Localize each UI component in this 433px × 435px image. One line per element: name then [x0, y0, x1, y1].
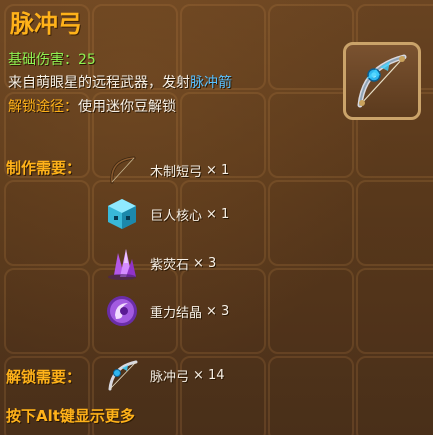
purple-crystal-icon [108, 249, 136, 280]
unlock-item-name: 脉冲弓 [150, 369, 190, 385]
material-name: 紫荧石 [150, 257, 190, 273]
material-count: × 3 [193, 255, 217, 271]
description-text: 来自萌眼星的远程武器，发射 [8, 75, 190, 91]
unlock-requirement-label: 解锁需要： [6, 368, 82, 386]
crafting-label: 制作需要： [6, 159, 82, 177]
pulse-bow-icon [108, 360, 138, 391]
unlock-path-value: 使用迷你豆解锁 [78, 99, 176, 115]
base-damage-stat: 基础伤害：25 [8, 52, 96, 68]
material-name: 木制短弓 [150, 164, 203, 180]
material-row-gravity-crystal: 重力结晶 × 3 [104, 291, 229, 331]
wooden-bow-icon [110, 156, 136, 184]
item-icon-frame [343, 42, 421, 120]
material-row-wooden-bow: 木制短弓 × 1 [104, 150, 229, 190]
description-highlight: 脉冲箭 [190, 75, 232, 91]
pulse-bow-icon [357, 54, 407, 108]
material-name: 重力结晶 [150, 305, 203, 321]
material-name: 巨人核心 [150, 208, 203, 224]
item-tooltip: 脉冲弓 基础伤害：25 来自萌眼星的远程武器，发射脉冲箭 解锁途径：使用迷你豆解… [0, 0, 433, 435]
unlock-requirement-row: 脉冲弓 × 14 [104, 355, 225, 395]
giant-core-icon [108, 199, 136, 229]
item-description: 来自萌眼星的远程武器，发射脉冲箭 [8, 72, 232, 92]
material-count: × 1 [206, 206, 230, 222]
unlock-item-count: × 14 [193, 367, 225, 383]
gravity-crystal-icon [107, 296, 137, 326]
material-count: × 3 [206, 303, 230, 319]
material-row-purple-crystal: 紫荧石 × 3 [104, 243, 216, 283]
footer-hint: 按下Alt键显示更多 [6, 407, 135, 425]
unlock-path: 解锁途径：使用迷你豆解锁 [8, 96, 176, 116]
unlock-path-label: 解锁途径： [8, 99, 78, 115]
material-count: × 1 [206, 162, 230, 178]
item-title: 脉冲弓 [10, 10, 82, 38]
material-row-giant-core: 巨人核心 × 1 [104, 194, 229, 234]
